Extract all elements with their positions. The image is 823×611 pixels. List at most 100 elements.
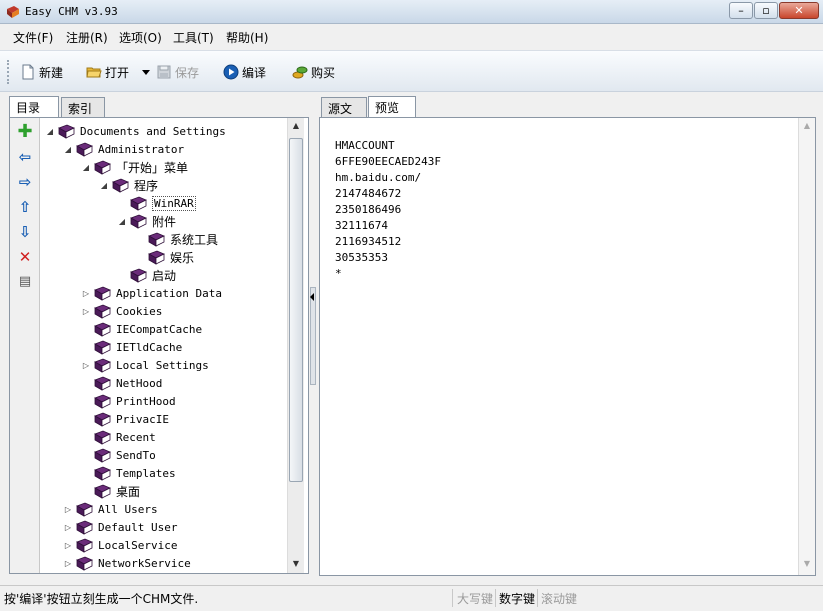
tab-contents[interactable]: 目录 [9,96,59,117]
collapse-triangle-icon[interactable]: ◢ [81,163,91,172]
open-button[interactable]: 打开 [86,62,129,82]
tree-item-label: 附件 [152,213,176,230]
tab-preview[interactable]: 预览 [368,96,416,117]
splitter-handle[interactable] [310,287,316,385]
tree-item[interactable]: 桌面 [81,482,140,500]
collapse-triangle-icon[interactable]: ◢ [99,181,109,190]
preview-text[interactable]: HMACCOUNT6FFE90EECAED243Fhm.baidu.com/21… [335,138,441,282]
save-button[interactable]: 保存 [156,62,199,82]
tree-item[interactable]: NetHood [81,374,162,392]
tree-item-label: NetHood [116,377,162,390]
tree-item[interactable]: ◢Administrator [63,140,184,158]
tree-item[interactable]: ▷Default User [63,518,177,536]
collapse-triangle-icon[interactable]: ◢ [117,217,127,226]
tree-item[interactable]: ▷ NetworkService [63,554,191,572]
scroll-thumb[interactable] [289,138,303,482]
preview-scroll-down-arrow[interactable]: ▼ [799,556,815,572]
scroll-down-arrow[interactable]: ▼ [288,556,304,572]
tree-item[interactable]: ▷ All Users [63,500,158,518]
buy-button[interactable]: 购买 [292,62,335,82]
expand-triangle-icon[interactable]: ▷ [63,559,73,568]
expand-triangle-icon[interactable]: ▷ [81,289,91,298]
tree-item[interactable]: ◢ Documents and Settings [45,122,226,140]
tree-item[interactable]: ◢程序 [99,176,158,194]
preview-line: 32111674 [335,218,441,234]
compile-button[interactable]: 编译 [223,62,266,82]
add-node-icon[interactable]: ✚ [17,124,33,140]
status-bar: 按'编译'按钮立刻生成一个CHM文件. 大写键 数字键 滚动键 [0,585,823,611]
open-dropdown-arrow[interactable] [142,70,150,75]
tree-item[interactable]: ▷ Application Data [81,284,222,302]
tree-item[interactable]: WinRAR [117,194,196,212]
book-icon [94,160,111,175]
tree-item-label: 娱乐 [170,249,194,266]
tree-item[interactable]: IECompatCache [81,320,202,338]
arrow-up-icon[interactable]: ⇧ [17,199,33,215]
tree-item[interactable]: PrivacIE [81,410,169,428]
tree-item[interactable]: ▷LocalService [63,536,177,554]
minimize-button[interactable]: – [729,2,753,19]
book-icon [76,502,93,517]
tree-item[interactable]: SendTo [81,446,156,464]
expand-triangle-icon[interactable]: ▷ [81,307,91,316]
book-icon [76,538,93,553]
new-button[interactable]: 新建 [20,62,63,82]
save-button-label: 保存 [175,64,199,81]
tree-item[interactable]: ◢ 附件 [117,212,176,230]
delete-icon[interactable]: ✕ [17,249,33,265]
menu-bar: 文件(F) 注册(R) 选项(O) 工具(T) 帮助(H) [0,24,823,48]
open-button-label: 打开 [105,64,129,81]
contents-panel: ✚ ⇦ ⇨ ⇧ ⇩ ✕ ▤ ◢ Documents and Settings ◢Ad… [9,117,309,574]
arrow-right-icon[interactable]: ⇨ [17,174,33,190]
open-folder-icon [86,64,102,80]
close-button[interactable]: ✕ [779,2,819,19]
save-disk-icon [156,64,172,80]
tree-item-label: All Users [98,503,158,516]
tree-scrollbar[interactable]: ▲ ▼ [287,118,304,573]
tree-item[interactable]: Recent [81,428,156,446]
tree-item[interactable]: ▷Local Settings [81,356,209,374]
preview-scrollbar[interactable]: ▲ ▼ [798,118,815,575]
preview-line: * [335,266,441,282]
collapse-left-icon[interactable] [310,293,314,301]
tree-item[interactable]: Templates [81,464,176,482]
compile-play-icon [223,64,239,80]
menu-file[interactable]: 文件(F) [13,29,53,46]
menu-register[interactable]: 注册(R) [66,29,108,46]
tab-source[interactable]: 源文件 [321,97,367,117]
expand-triangle-icon[interactable]: ▷ [81,361,91,370]
preview-line: 2147484672 [335,186,441,202]
status-separator [537,589,538,607]
toolbar-grip[interactable] [7,60,10,84]
expand-triangle-icon[interactable]: ▷ [63,523,73,532]
book-icon [94,448,111,463]
collapse-triangle-icon[interactable]: ◢ [63,145,73,154]
preview-scroll-up-arrow[interactable]: ▲ [799,118,815,134]
properties-icon[interactable]: ▤ [17,274,33,290]
panel-splitter[interactable] [309,117,317,574]
collapse-triangle-icon[interactable]: ◢ [45,127,55,136]
expand-triangle-icon[interactable]: ▷ [63,541,73,550]
tree-item[interactable]: 启动 [117,266,176,284]
tree-item[interactable]: PrintHood [81,392,176,410]
tree-item[interactable]: ▷Cookies [81,302,162,320]
contents-tree[interactable]: ◢ Documents and Settings ◢Administrator◢「开… [41,118,287,573]
tree-item[interactable]: 系统工具 [135,230,218,248]
tree-item[interactable]: IETldCache [81,338,182,356]
menu-tools[interactable]: 工具(T) [173,29,214,46]
menu-options[interactable]: 选项(O) [119,29,162,46]
menu-help[interactable]: 帮助(H) [226,29,268,46]
maximize-button[interactable]: ▫ [754,2,778,19]
expand-triangle-icon[interactable]: ▷ [63,505,73,514]
arrow-down-icon[interactable]: ⇩ [17,224,33,240]
book-icon [94,340,111,355]
tree-item-label: NetworkService [98,557,191,570]
tree-item-label: Application Data [116,287,222,300]
tab-index[interactable]: 索引 [61,97,105,117]
scroll-up-arrow[interactable]: ▲ [288,118,304,134]
arrow-left-icon[interactable]: ⇦ [17,149,33,165]
tree-item[interactable]: ◢「开始」菜单 [81,158,188,176]
buy-coins-icon [292,64,308,80]
tree-item[interactable]: 娱乐 [135,248,194,266]
tree-item-label: Documents and Settings [80,125,226,138]
